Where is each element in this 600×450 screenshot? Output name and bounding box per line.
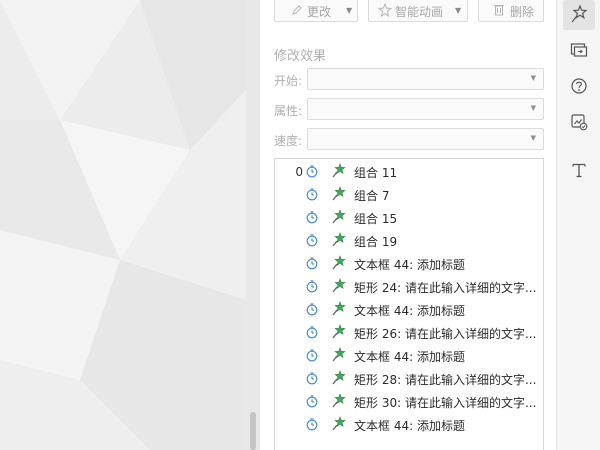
canvas-scrollbar[interactable] [246, 0, 260, 450]
animation-label: 文本框 44: 添加标题 [354, 350, 465, 364]
slide-transition-button[interactable] [563, 36, 595, 66]
animation-label: 矩形 24: 请在此输入详细的文字... [354, 281, 537, 295]
custom-animation-button[interactable] [563, 0, 595, 30]
list-item[interactable]: 矩形 26: 请在此输入详细的文字... [275, 321, 543, 344]
list-item[interactable]: 矩形 24: 请在此输入详细的文字... [275, 275, 543, 298]
entrance-effect-icon [331, 324, 347, 343]
clock-icon [306, 257, 318, 273]
entrance-effect-icon [331, 301, 347, 320]
chevron-down-icon: ▼ [530, 74, 536, 82]
custom-animation-pane: 更改 ▼ 智能动画 ▼ 删除 修改效果 开始: ▼ 属性: ▼ 速度: ▼ 0 … [260, 0, 556, 450]
entrance-effect-icon [331, 393, 347, 412]
entrance-effect-icon [331, 370, 347, 389]
entrance-effect-icon [331, 209, 347, 228]
property-select[interactable]: ▼ [307, 98, 544, 120]
clock-icon [306, 395, 318, 411]
clock-icon [306, 303, 318, 319]
clock-icon [306, 349, 318, 365]
animation-label: 文本框 44: 添加标题 [354, 419, 465, 433]
smart-animation-button[interactable]: 智能动画 ▼ [368, 0, 468, 22]
list-item[interactable]: 文本框 44: 添加标题 [275, 252, 543, 275]
list-item[interactable]: 矩形 30: 请在此输入详细的文字... [275, 390, 543, 413]
animation-label: 组合 11 [354, 166, 398, 180]
speed-label: 速度: [274, 134, 303, 148]
entrance-effect-icon [331, 278, 347, 297]
clock-icon [306, 234, 318, 250]
text-tool-icon [569, 160, 589, 183]
list-item[interactable]: 文本框 44: 添加标题 [275, 413, 543, 436]
list-item[interactable]: 文本框 44: 添加标题 [275, 344, 543, 367]
list-item[interactable]: 文本框 44: 添加标题 [275, 298, 543, 321]
chevron-down-icon: ▼ [530, 104, 536, 112]
list-item[interactable]: 矩形 28: 请在此输入详细的文字... [275, 367, 543, 390]
list-item[interactable]: 0 组合 11 [275, 160, 543, 183]
list-item[interactable]: 组合 7 [275, 183, 543, 206]
smart-animation-dropdown-arrow[interactable]: ▼ [455, 6, 461, 15]
delete-label: 删除 [510, 5, 535, 19]
animation-label: 组合 7 [354, 189, 390, 203]
task-pane-strip [556, 0, 600, 450]
animation-label: 组合 15 [354, 212, 398, 226]
entrance-effect-icon [331, 232, 347, 251]
custom-animation-icon [569, 3, 589, 27]
entrance-effect-icon [331, 255, 347, 274]
clock-icon [306, 211, 318, 227]
speed-select[interactable]: ▼ [307, 128, 544, 150]
entrance-effect-icon [331, 347, 347, 366]
smart-animation-label: 智能动画 [395, 5, 444, 19]
start-label: 开始: [274, 74, 303, 88]
clock-icon [306, 188, 318, 204]
clock-icon [306, 165, 318, 181]
clock-icon [306, 280, 318, 296]
trash-icon [493, 3, 505, 16]
canvas-background-pattern [0, 0, 246, 450]
animation-order: 0 [295, 164, 303, 179]
entrance-effect-icon [331, 416, 347, 435]
animation-label: 矩形 28: 请在此输入详细的文字... [354, 373, 537, 387]
list-item[interactable]: 组合 19 [275, 229, 543, 252]
slide-canvas[interactable] [0, 0, 246, 450]
start-select[interactable]: ▼ [307, 68, 544, 90]
property-label: 属性: [274, 104, 303, 118]
scrollbar-thumb[interactable] [250, 412, 256, 450]
change-label: 更改 [307, 5, 332, 19]
text-tool-button[interactable] [563, 156, 595, 186]
pencil-icon [291, 4, 303, 16]
clock-icon [306, 372, 318, 388]
smart-animation-icon [378, 3, 392, 17]
change-button[interactable]: 更改 ▼ [274, 0, 358, 22]
animation-painter-button[interactable] [563, 108, 595, 138]
slide-transition-icon [569, 40, 589, 63]
change-dropdown-arrow[interactable]: ▼ [346, 6, 352, 15]
animation-label: 矩形 26: 请在此输入详细的文字... [354, 327, 537, 341]
animation-label: 文本框 44: 添加标题 [354, 258, 465, 272]
list-item[interactable]: 组合 15 [275, 206, 543, 229]
clock-icon [306, 418, 318, 434]
animation-painter-icon [569, 112, 589, 135]
help-icon [569, 76, 589, 99]
animation-label: 组合 19 [354, 235, 398, 249]
chevron-down-icon: ▼ [530, 134, 536, 142]
entrance-effect-icon [331, 163, 347, 182]
help-button[interactable] [563, 72, 595, 102]
animation-list[interactable]: 0 组合 11 组合 7 组合 15 组合 19 文本框 44: 添加标题 矩形… [274, 158, 544, 450]
animation-label: 矩形 30: 请在此输入详细的文字... [354, 396, 537, 410]
animation-label: 文本框 44: 添加标题 [354, 304, 465, 318]
clock-icon [306, 326, 318, 342]
modify-effect-title: 修改效果 [274, 49, 327, 64]
delete-button[interactable]: 删除 [478, 0, 544, 22]
entrance-effect-icon [331, 186, 347, 205]
